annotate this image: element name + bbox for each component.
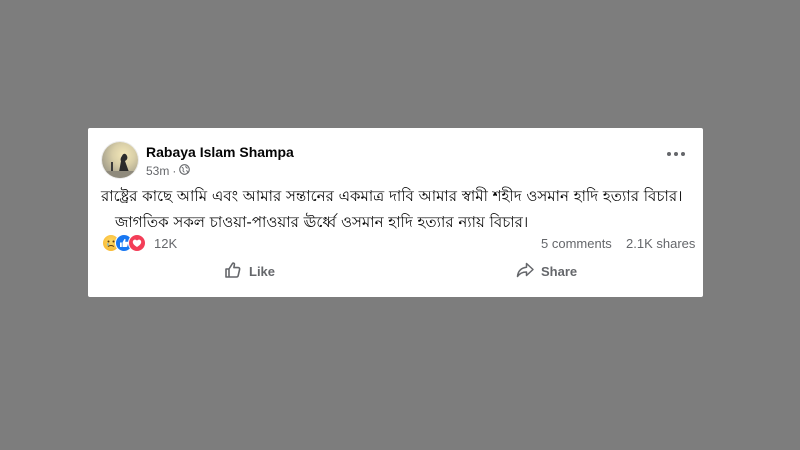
like-label: Like: [249, 263, 276, 279]
comments-count[interactable]: 5 comments: [541, 236, 612, 251]
avatar[interactable]: [102, 142, 138, 178]
thumbs-up-icon: [223, 260, 243, 283]
like-button[interactable]: Like: [223, 261, 275, 281]
meta-separator: ·: [172, 164, 177, 178]
share-label: Share: [541, 263, 578, 279]
post-meta: 53m ·: [146, 164, 191, 178]
globe-icon: [179, 164, 191, 178]
share-arrow-icon: [515, 260, 535, 283]
shares-count[interactable]: 2.1K shares: [626, 236, 695, 251]
post-card: Rabaya Islam Shampa 53m · রাষ্ট্রের কাছে…: [88, 128, 703, 297]
share-button[interactable]: Share: [515, 261, 577, 281]
author-name[interactable]: Rabaya Islam Shampa: [146, 144, 294, 160]
post-text-line-2: জাগতিক সকল চাওয়া-পাওয়ার ঊর্ধ্বে ওসমান …: [115, 213, 529, 231]
more-options-icon[interactable]: [667, 150, 685, 158]
reaction-count[interactable]: 12K: [154, 236, 177, 251]
love-reaction-icon: [128, 234, 146, 252]
post-text-line-1: রাষ্ট্রের কাছে আমি এবং আমার সন্তানের একম…: [101, 187, 683, 205]
post-time[interactable]: 53m: [146, 164, 169, 178]
